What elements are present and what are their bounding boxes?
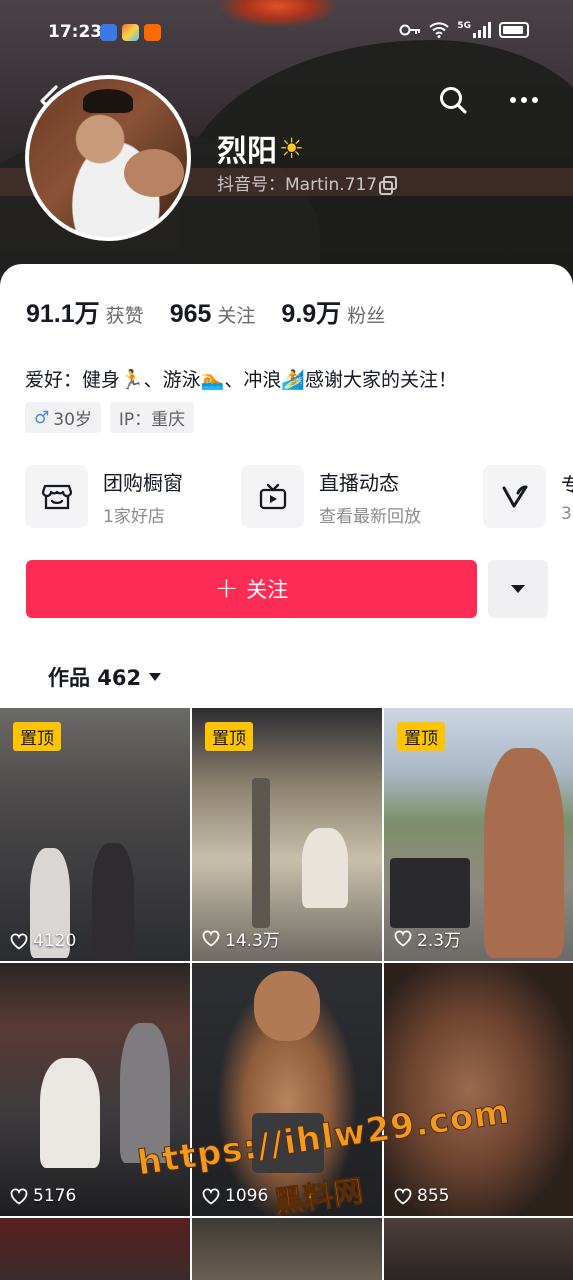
stat-label: 关注 — [217, 305, 256, 327]
v-logo-icon — [483, 465, 546, 528]
stat-value: 9.9万 — [281, 300, 342, 328]
profile-bio: 爱好：健身🏃、游泳🏊、冲浪🏄感谢大家的关注！ — [25, 369, 457, 391]
wifi-icon — [429, 22, 450, 38]
age-tag: ♂ 30岁 — [25, 402, 101, 433]
stat-likes[interactable]: 91.1万 获赞 — [26, 294, 144, 330]
status-indicators: 5G — [399, 21, 529, 38]
heart-icon — [394, 1187, 412, 1205]
profile-nickname: 烈阳 ☀ — [217, 126, 304, 170]
shop-window-icon — [25, 465, 88, 528]
profile-stats: 91.1万 获赞 965 关注 9.9万 粉丝 — [26, 294, 411, 330]
feature-title: 团购橱窗 — [103, 470, 183, 495]
feature-subtitle: 3 — [561, 504, 572, 524]
pinned-badge: 置顶 — [397, 722, 445, 751]
stat-followers[interactable]: 9.9万 粉丝 — [281, 294, 385, 330]
stat-value: 91.1万 — [26, 300, 100, 328]
age-text: 30岁 — [53, 410, 92, 430]
like-count: 855 — [394, 1186, 449, 1206]
sun-emoji-icon: ☀ — [279, 131, 305, 165]
recommend-dropdown-button[interactable] — [488, 560, 548, 618]
heart-icon — [394, 930, 412, 947]
feature-shop-window[interactable]: 团购橱窗 1家好店 — [25, 465, 183, 528]
stat-label: 获赞 — [105, 305, 144, 327]
male-icon: ♂ — [34, 407, 50, 428]
video-thumbnail[interactable]: 5176 — [0, 963, 190, 1216]
video-thumbnail[interactable] — [0, 1218, 190, 1280]
plus-icon: + — [214, 570, 239, 604]
gallery-app-icon — [122, 24, 139, 41]
status-time: 17:23 — [48, 22, 103, 42]
video-grid: 置顶 4120 置顶 14.3万 置顶 2.3万 5176 1096 855 — [0, 708, 573, 1280]
profile-tags: ♂ 30岁 IP：重庆 — [25, 402, 195, 433]
video-thumbnail[interactable]: 855 — [384, 963, 573, 1216]
pinned-badge: 置顶 — [205, 722, 253, 751]
status-notification-icons — [100, 24, 161, 41]
feature-subtitle: 查看最新回放 — [319, 506, 421, 527]
heart-icon — [202, 1187, 220, 1205]
video-thumbnail[interactable] — [192, 1218, 382, 1280]
like-count: 4120 — [10, 931, 76, 951]
more-options-icon[interactable] — [504, 86, 544, 114]
feature-live-replay[interactable]: 直播动态 查看最新回放 — [241, 465, 421, 528]
follow-label: 关注 — [246, 578, 289, 602]
like-count-text: 2.3万 — [417, 931, 462, 951]
feature-third-entry[interactable]: 专 3 — [483, 465, 573, 528]
tab-works[interactable]: 作品 462 — [48, 662, 162, 692]
nickname-text: 烈阳 — [217, 134, 277, 169]
copy-icon[interactable] — [379, 175, 398, 195]
like-count: 14.3万 — [202, 926, 280, 951]
video-thumbnail[interactable]: 1096 — [192, 963, 382, 1216]
like-count-text: 14.3万 — [225, 931, 280, 951]
like-count-text: 5176 — [33, 1186, 77, 1206]
like-count-text: 1096 — [225, 1186, 269, 1206]
follow-button[interactable]: + 关注 — [26, 560, 477, 618]
feature-title: 直播动态 — [319, 470, 399, 495]
search-icon[interactable] — [437, 84, 469, 116]
stat-label: 粉丝 — [347, 305, 386, 327]
video-thumbnail[interactable]: 置顶 14.3万 — [192, 708, 382, 961]
signal-icon — [473, 22, 491, 38]
network-type: 5G — [457, 21, 471, 31]
douyin-id-text: 抖音号：Martin.717 — [217, 175, 378, 195]
battery-icon — [499, 22, 529, 38]
avatar[interactable] — [25, 75, 191, 241]
douyin-id[interactable]: 抖音号：Martin.717 — [217, 170, 398, 195]
stat-following[interactable]: 965 关注 — [170, 300, 256, 329]
heart-icon — [10, 932, 28, 950]
ip-location-tag: IP：重庆 — [109, 402, 195, 433]
feature-title: 专 — [561, 473, 573, 497]
like-count-text: 855 — [417, 1186, 450, 1206]
video-thumbnail[interactable]: 置顶 2.3万 — [384, 708, 573, 961]
taobao-app-icon — [144, 24, 161, 41]
feature-entries: 团购橱窗 1家好店 直播动态 查看最新回放 专 3 — [25, 465, 573, 529]
stat-value: 965 — [169, 300, 212, 328]
key-icon — [399, 24, 421, 36]
like-count-text: 4120 — [33, 931, 77, 951]
chevron-down-icon — [149, 673, 162, 681]
heart-icon — [10, 1187, 28, 1205]
works-label: 作品 462 — [48, 666, 142, 690]
like-count: 1096 — [202, 1186, 268, 1206]
like-count: 5176 — [10, 1186, 76, 1206]
live-tv-icon — [241, 465, 304, 528]
chevron-down-icon — [511, 585, 525, 593]
pinned-badge: 置顶 — [13, 722, 61, 751]
video-thumbnail[interactable]: 置顶 4120 — [0, 708, 190, 961]
like-count: 2.3万 — [394, 926, 461, 951]
heart-icon — [202, 930, 220, 947]
video-thumbnail[interactable] — [384, 1218, 573, 1280]
browser-app-icon — [100, 24, 117, 41]
feature-subtitle: 1家好店 — [103, 506, 165, 527]
status-bar: 17:23 5G — [0, 0, 573, 64]
